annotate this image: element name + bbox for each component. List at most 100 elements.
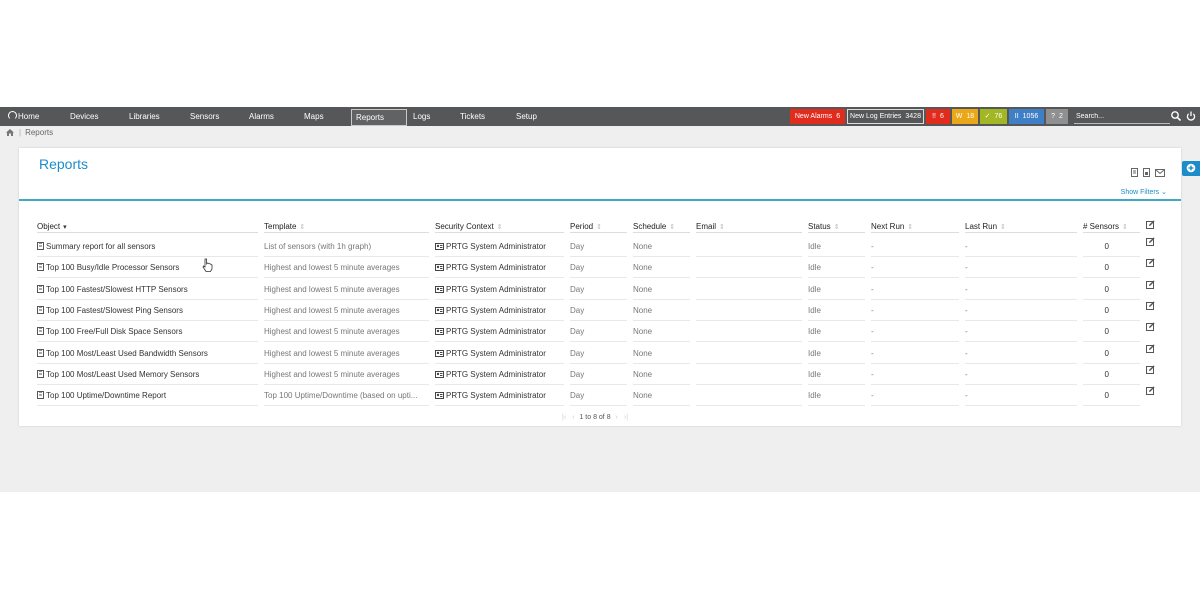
power-icon[interactable]	[1185, 110, 1197, 122]
paused-sensors-badge[interactable]: II 1056	[1009, 109, 1044, 124]
col-header-security-context[interactable]: Security Context ⇕	[435, 222, 503, 231]
cell-next-run: -	[871, 257, 959, 278]
export-pdf-icon[interactable]	[1143, 164, 1151, 182]
export-csv-icon[interactable]	[1131, 164, 1139, 182]
report-icon	[37, 327, 44, 336]
table-row[interactable]: Top 100 Busy/Idle Processor Sensors Highe…	[19, 254, 1181, 279]
cell-template: Highest and lowest 5 minute averages	[264, 364, 429, 385]
down-sensors-badge[interactable]: !! 6	[926, 109, 950, 124]
cell-template-text: Top 100 Uptime/Downtime (based on upti..…	[264, 391, 418, 401]
prev-page-icon[interactable]: ‹	[572, 414, 574, 421]
cell-next-run: -	[871, 321, 959, 342]
up-sensors-badge[interactable]: ✓ 76	[980, 109, 1007, 124]
table-row[interactable]: Top 100 Fastest/Slowest Ping Sensors High…	[19, 300, 1181, 321]
cell-last-run-text: -	[965, 263, 968, 273]
edit-icon[interactable]	[1146, 382, 1158, 403]
next-page-icon[interactable]: ›	[616, 414, 618, 421]
cell-object[interactable]: Top 100 Free/Full Disk Space Sensors	[37, 321, 258, 342]
nav-home[interactable]: Home	[8, 107, 39, 126]
sort-icon: ⇕	[596, 224, 602, 231]
nav-setup[interactable]: Setup	[516, 107, 537, 126]
col-header-sensors[interactable]: # Sensors ⇕	[1083, 222, 1128, 231]
unknown-sensors-badge[interactable]: ? 2	[1046, 109, 1068, 124]
edit-icon[interactable]	[1146, 297, 1158, 318]
nav-libraries[interactable]: Libraries	[129, 107, 160, 126]
show-filters-link[interactable]: Show Filters ⌄	[1121, 188, 1167, 196]
warning-sensors-badge[interactable]: W 18	[952, 109, 978, 124]
search-input[interactable]	[1074, 110, 1170, 124]
nav-sensors[interactable]: Sensors	[190, 107, 219, 126]
breadcrumb-current[interactable]: Reports	[25, 128, 53, 137]
header-underline	[965, 232, 1077, 233]
col-header-period[interactable]: Period ⇕	[570, 222, 602, 231]
cell-next-run-text: -	[871, 327, 874, 337]
cell-object-text: Top 100 Fastest/Slowest Ping Sensors	[46, 305, 183, 315]
nav-home-label: Home	[18, 112, 40, 121]
nav-alarms[interactable]: Alarms	[249, 107, 274, 126]
cell-email	[696, 279, 802, 300]
row-divider	[808, 405, 865, 407]
cell-object[interactable]: Summary report for all sensors	[37, 236, 258, 257]
row-divider	[37, 405, 258, 407]
new-log-entries-badge[interactable]: New Log Entries 3428	[847, 109, 924, 124]
nav-logs[interactable]: Logs	[413, 107, 430, 126]
cell-sensors: 0	[1059, 300, 1109, 321]
cell-schedule-text: None	[633, 391, 653, 401]
edit-icon[interactable]	[1146, 361, 1158, 382]
new-alarms-badge[interactable]: New Alarms 6	[790, 109, 845, 124]
header-underline	[871, 232, 959, 233]
report-icon	[37, 369, 44, 378]
col-header-template[interactable]: Template ⇕	[264, 222, 305, 231]
edit-icon[interactable]	[1146, 318, 1158, 339]
col-header-next-run[interactable]: Next Run ⇕	[871, 222, 913, 231]
side-panel-button[interactable]	[1182, 161, 1200, 176]
cell-sensors-text: 0	[1104, 391, 1109, 401]
nav-tickets[interactable]: Tickets	[460, 107, 485, 126]
cell-object[interactable]: Top 100 Fastest/Slowest HTTP Sensors	[37, 279, 258, 300]
edit-icon[interactable]	[1146, 254, 1158, 275]
cell-object-text: Top 100 Uptime/Downtime Report	[46, 391, 167, 401]
cell-object[interactable]: Top 100 Most/Least Used Memory Sensors	[37, 364, 258, 385]
col-header-last-run[interactable]: Last Run ⇕	[965, 222, 1006, 231]
table-row[interactable]: Top 100 Fastest/Slowest HTTP Sensors High…	[19, 279, 1181, 300]
edit-icon[interactable]	[1146, 233, 1158, 254]
table-row[interactable]: Summary report for all sensors List of se…	[19, 236, 1181, 257]
home-icon[interactable]	[6, 129, 14, 136]
first-page-icon[interactable]: |‹	[562, 414, 566, 421]
col-header-email[interactable]: Email ⇕	[696, 222, 725, 231]
edit-icon[interactable]	[1146, 340, 1158, 361]
cell-object[interactable]: Top 100 Busy/Idle Processor Sensors	[37, 257, 258, 278]
email-icon[interactable]	[1155, 164, 1165, 182]
cell-template-text: List of sensors (with 1h graph)	[264, 242, 372, 251]
breadcrumb-separator: |	[19, 128, 22, 137]
table-row[interactable]: Top 100 Most/Least Used Bandwidth Sensor…	[19, 343, 1181, 364]
col-next-run-label: Next Run	[871, 222, 905, 231]
cell-last-run-text: -	[965, 284, 968, 294]
cell-object[interactable]: Top 100 Uptime/Downtime Report	[37, 385, 258, 406]
nav-devices[interactable]: Devices	[70, 107, 98, 126]
table-row[interactable]: Top 100 Uptime/Downtime Report Top 100 Up…	[19, 382, 1181, 407]
col-header-schedule[interactable]: Schedule ⇕	[633, 222, 675, 231]
cell-status-text: Idle	[808, 327, 821, 337]
col-header-status[interactable]: Status ⇕	[808, 222, 840, 231]
cell-template: List of sensors (with 1h graph)	[264, 236, 429, 257]
cell-object[interactable]: Top 100 Most/Least Used Bandwidth Sensor…	[37, 343, 258, 364]
hand-cursor-icon	[202, 258, 213, 272]
last-page-icon[interactable]: ›|	[624, 414, 628, 421]
cell-schedule-text: None	[633, 369, 653, 379]
table-row[interactable]: Top 100 Free/Full Disk Space Sensors High…	[19, 318, 1181, 343]
search-icon[interactable]	[1170, 110, 1182, 122]
cell-period: Day	[570, 343, 627, 364]
nav-reports[interactable]: Reports	[351, 109, 407, 126]
table-row[interactable]: Top 100 Most/Least Used Memory Sensors Hi…	[19, 364, 1181, 385]
cell-object[interactable]: Top 100 Fastest/Slowest Ping Sensors	[37, 300, 258, 321]
edit-all-icon[interactable]	[1146, 220, 1155, 231]
cell-sensors-text: 0	[1104, 327, 1109, 337]
cell-last-run-text: -	[965, 305, 968, 315]
user-card-icon	[435, 349, 444, 357]
col-header-object[interactable]: Object ▾	[37, 222, 67, 231]
cell-period-text: Day	[570, 242, 585, 251]
edit-icon[interactable]	[1146, 276, 1158, 297]
nav-maps[interactable]: Maps	[304, 107, 324, 126]
cell-last-run-text: -	[965, 391, 968, 401]
